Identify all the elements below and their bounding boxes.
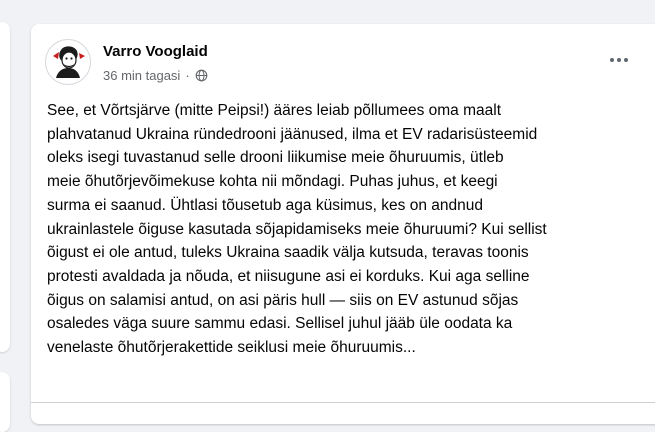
author-name[interactable]: Varro Vooglaid xyxy=(103,43,208,60)
post-card: Varro Vooglaid 36 min tagasi · See, et V… xyxy=(31,24,655,424)
side-card-lower xyxy=(0,372,10,432)
globe-icon[interactable] xyxy=(195,69,208,82)
more-options-button[interactable] xyxy=(601,48,637,72)
more-horizontal-icon xyxy=(624,58,628,62)
more-horizontal-icon xyxy=(617,58,621,62)
author-avatar[interactable] xyxy=(45,39,91,85)
post-meta: 36 min tagasi · xyxy=(103,68,208,83)
post-divider xyxy=(31,402,655,403)
more-horizontal-icon xyxy=(610,58,614,62)
meta-separator: · xyxy=(185,68,190,83)
post-timestamp[interactable]: 36 min tagasi xyxy=(103,68,180,83)
post-body-text: See, et Võrtsjärve (mitte Peipsi!) ääres… xyxy=(47,102,547,357)
avatar-illustration-icon xyxy=(53,46,85,78)
side-card xyxy=(0,22,10,352)
